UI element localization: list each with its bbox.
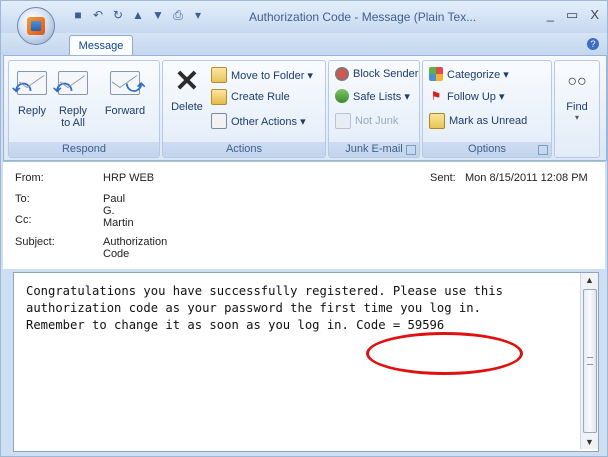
- actions-group-label: Actions: [163, 142, 325, 157]
- code-highlight-circle: [366, 332, 523, 375]
- sent-value: Mon 8/15/2011 12:08 PM: [465, 172, 588, 184]
- ribbon: ⤺ Reply ⤺ Reply to All ⤻ Forward Respond…: [3, 55, 607, 161]
- find-button[interactable]: ○○ Find ▾: [559, 67, 595, 122]
- create-rule-label: Create Rule: [231, 91, 290, 103]
- window-controls: _ ▭ X: [547, 7, 599, 23]
- customize-qat-icon[interactable]: ▾: [191, 8, 205, 22]
- safe-lists-label: Safe Lists ▾: [353, 90, 410, 103]
- body-line-3: Remember to change it as soon as you log…: [26, 318, 445, 332]
- not-junk-label: Not Junk: [355, 115, 399, 127]
- not-junk-icon: [335, 113, 351, 129]
- respond-group-label: Respond: [9, 142, 159, 157]
- office-logo-icon: [27, 17, 45, 35]
- junk-email-group: Block Sender Safe Lists ▾ Not Junk Junk …: [328, 60, 420, 158]
- vertical-scrollbar[interactable]: ▲ ▼: [580, 273, 598, 449]
- flag-icon: ⚑: [430, 89, 442, 103]
- options-group: Categorize ▾ ⚑ Follow Up ▾ Mark as Unrea…: [422, 60, 552, 158]
- binoculars-icon: ○○: [567, 73, 587, 90]
- minimize-button[interactable]: _: [547, 7, 554, 23]
- reply-button[interactable]: ⤺ Reply: [12, 67, 51, 117]
- previous-item-icon[interactable]: ▲: [131, 8, 145, 22]
- undo-icon[interactable]: ↶: [91, 8, 105, 22]
- subject-label: Subject:: [15, 236, 55, 248]
- message-header: From: HRP WEB Sent: Mon 8/15/2011 12:08 …: [3, 161, 605, 269]
- categorize-button[interactable]: Categorize ▾: [429, 67, 509, 81]
- follow-up-button[interactable]: ⚑ Follow Up ▾: [429, 89, 505, 103]
- cc-label: Cc:: [15, 214, 32, 226]
- title-bar: ■ ↶ ↻ ▲ ▼ ⎙ ▾ Authorization Code - Messa…: [1, 1, 607, 33]
- reply-icon: ⤺: [12, 71, 47, 101]
- block-sender-label: Block Sender: [353, 68, 419, 80]
- delete-label: Delete: [171, 101, 203, 113]
- body-line-1: Congratulations you have successfully re…: [26, 284, 503, 298]
- forward-label: Forward: [104, 105, 146, 117]
- message-body-text: Congratulations you have successfully re…: [26, 283, 566, 334]
- scroll-up-arrow-icon[interactable]: ▲: [581, 273, 598, 287]
- from-label: From:: [15, 172, 44, 184]
- ribbon-tab-row: Message ?: [1, 33, 607, 56]
- next-item-icon[interactable]: ▼: [151, 8, 165, 22]
- help-icon[interactable]: ?: [587, 38, 599, 50]
- print-icon[interactable]: ⎙: [171, 8, 185, 22]
- other-actions-button[interactable]: Other Actions ▾: [211, 113, 306, 129]
- quick-access-toolbar: ■ ↶ ↻ ▲ ▼ ⎙ ▾: [71, 8, 205, 22]
- safe-lists-button[interactable]: Safe Lists ▾: [335, 89, 410, 103]
- mark-as-unread-button[interactable]: Mark as Unread: [429, 113, 527, 129]
- not-junk-button[interactable]: Not Junk: [335, 113, 398, 129]
- redo-icon[interactable]: ↻: [111, 8, 125, 22]
- reply-all-icon: ⤺: [53, 71, 88, 101]
- rule-icon: [211, 89, 227, 105]
- message-window: ■ ↶ ↻ ▲ ▼ ⎙ ▾ Authorization Code - Messa…: [0, 0, 608, 457]
- maximize-button[interactable]: ▭: [566, 7, 578, 23]
- scroll-thumb[interactable]: [583, 289, 597, 433]
- reply-all-label-2: to All: [61, 117, 85, 129]
- actions-group: ✕ Delete Move to Folder ▾ Create Rule Ot…: [162, 60, 326, 158]
- move-to-folder-label: Move to Folder ▾: [231, 69, 313, 82]
- delete-x-icon: ✕: [174, 65, 200, 98]
- reply-all-label-1: Reply: [58, 105, 88, 117]
- junk-dialog-launcher[interactable]: [406, 145, 416, 155]
- tab-message[interactable]: Message: [69, 35, 133, 56]
- create-rule-button[interactable]: Create Rule: [211, 89, 290, 105]
- from-value[interactable]: HRP WEB: [103, 172, 154, 184]
- to-label: To:: [15, 193, 30, 205]
- respond-group: ⤺ Reply ⤺ Reply to All ⤻ Forward Respond: [8, 60, 160, 158]
- forward-button[interactable]: ⤻ Forward: [97, 67, 153, 117]
- forward-icon: ⤻: [110, 71, 145, 101]
- follow-up-label: Follow Up ▾: [447, 90, 505, 103]
- sent-label: Sent:: [430, 172, 456, 184]
- block-sender-button[interactable]: Block Sender: [335, 67, 418, 81]
- mark-as-unread-label: Mark as Unread: [449, 115, 528, 127]
- to-value[interactable]: Paul G. Martin: [103, 193, 134, 229]
- options-dialog-launcher[interactable]: [538, 145, 548, 155]
- close-button[interactable]: X: [590, 7, 599, 23]
- scroll-down-arrow-icon[interactable]: ▼: [581, 435, 598, 449]
- reply-label: Reply: [17, 105, 47, 117]
- folder-icon: [211, 67, 227, 83]
- find-group: ○○ Find ▾: [554, 60, 600, 158]
- window-title: Authorization Code - Message (Plain Tex.…: [249, 10, 477, 24]
- find-dropdown-icon: ▾: [574, 113, 579, 122]
- scroll-grip-icon: [587, 357, 593, 365]
- body-line-2: authorization code as your password the …: [26, 301, 481, 315]
- block-sender-icon: [335, 67, 349, 81]
- move-to-folder-button[interactable]: Move to Folder ▾: [211, 67, 313, 83]
- office-button[interactable]: [17, 7, 55, 45]
- unread-envelope-icon: [429, 113, 445, 129]
- other-actions-icon: [211, 113, 227, 129]
- options-group-label: Options: [423, 142, 551, 157]
- other-actions-label: Other Actions ▾: [231, 115, 306, 128]
- subject-value: Authorization Code: [103, 236, 168, 260]
- find-label: Find: [566, 101, 588, 113]
- categorize-label: Categorize ▾: [447, 68, 509, 81]
- delete-button[interactable]: ✕ Delete: [167, 65, 207, 114]
- categorize-icon: [429, 67, 443, 81]
- reply-all-button[interactable]: ⤺ Reply to All: [53, 67, 93, 129]
- safe-lists-icon: [335, 89, 349, 103]
- save-icon[interactable]: ■: [71, 8, 85, 22]
